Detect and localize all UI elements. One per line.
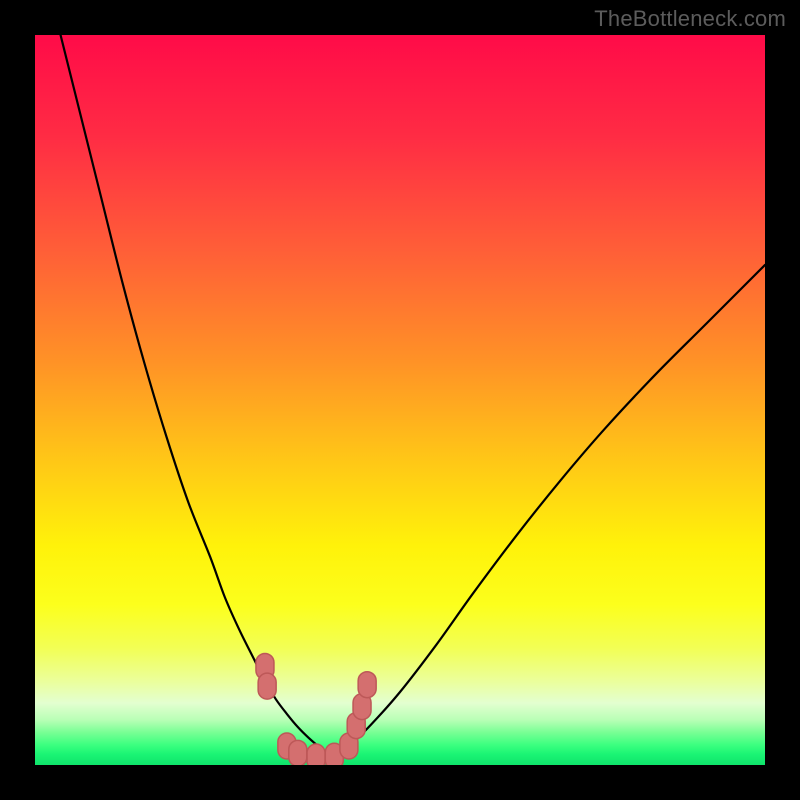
background-gradient <box>35 35 765 765</box>
chart-frame: TheBottleneck.com <box>0 0 800 800</box>
plot-area <box>35 35 765 765</box>
watermark-text: TheBottleneck.com <box>594 6 786 32</box>
